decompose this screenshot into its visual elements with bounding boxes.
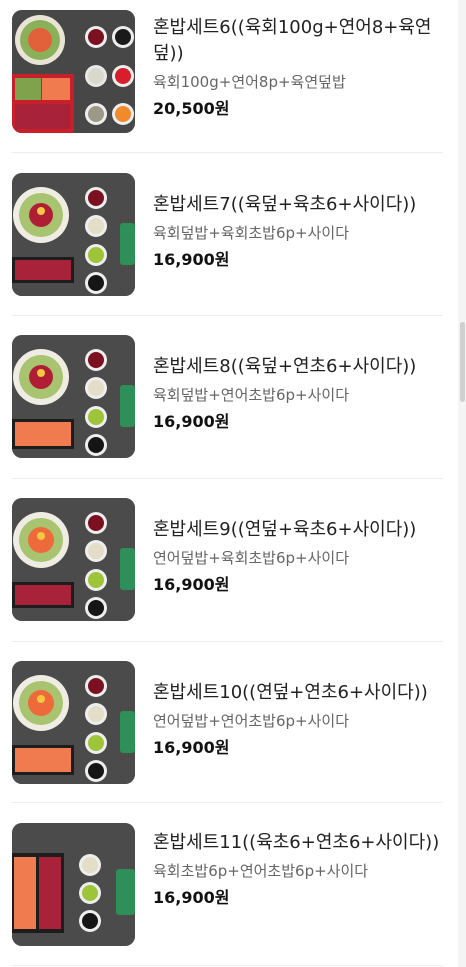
menu-item-name: 혼밥세트8((육덮+연초6+사이다)) bbox=[153, 356, 417, 377]
menu-item-image[interactable] bbox=[12, 173, 135, 296]
menu-item-price: 20,500원 bbox=[153, 99, 230, 118]
scrollbar[interactable] bbox=[458, 0, 466, 967]
menu-item-price: 16,900원 bbox=[153, 738, 230, 757]
menu-item-name: 혼밥세트9((연덮+육초6+사이다)) bbox=[153, 519, 417, 540]
menu-item-price: 16,900원 bbox=[153, 250, 230, 269]
menu-item-name: 혼밥세트7((육덮+육초6+사이다)) bbox=[153, 194, 417, 215]
menu-item-image[interactable] bbox=[12, 661, 135, 784]
menu-item-price: 16,900원 bbox=[153, 888, 230, 907]
menu-item-description: 육회덮밥+연어초밥6p+사이다 bbox=[153, 386, 350, 404]
menu-item-description: 육회덮밥+육회초밥6p+사이다 bbox=[153, 224, 350, 242]
menu-item-description: 연어덮밥+육회초밥6p+사이다 bbox=[153, 549, 350, 567]
menu-item-image[interactable] bbox=[12, 498, 135, 621]
menu-item-description: 육회초밥6p+연어초밥6p+사이다 bbox=[153, 862, 369, 880]
menu-item[interactable]: 혼밥세트7((육덮+육초6+사이다)) 육회덮밥+육회초밥6p+사이다 16,9… bbox=[12, 153, 443, 316]
menu-item[interactable]: 혼밥세트6((육회100g+연어8+육연덮)) 육회100g+연어8p+육연덮밥… bbox=[12, 0, 443, 153]
menu-item[interactable]: 혼밥세트11((육초6+연초6+사이다)) 육회초밥6p+연어초밥6p+사이다 … bbox=[12, 803, 443, 966]
menu-item-description: 육회100g+연어8p+육연덮밥 bbox=[153, 73, 346, 91]
menu-item[interactable]: 혼밥세트9((연덮+육초6+사이다)) 연어덮밥+육회초밥6p+사이다 16,9… bbox=[12, 479, 443, 642]
menu-item-image[interactable] bbox=[12, 823, 135, 946]
menu-item-description: 연어덮밥+연어초밥6p+사이다 bbox=[153, 712, 350, 730]
menu-item[interactable]: 혼밥세트8((육덮+연초6+사이다)) 육회덮밥+연어초밥6p+사이다 16,9… bbox=[12, 316, 443, 479]
scrollbar-thumb[interactable] bbox=[460, 322, 465, 402]
menu-item-name: 혼밥세트11((육초6+연초6+사이다)) bbox=[153, 832, 440, 853]
menu-item[interactable]: 혼밥세트10((연덮+연초6+사이다)) 연어덮밥+연어초밥6p+사이다 16,… bbox=[12, 642, 443, 803]
menu-item-price: 16,900원 bbox=[153, 412, 230, 431]
menu-item-name: 혼밥세트10((연덮+연초6+사이다)) bbox=[153, 682, 428, 703]
menu-item-price: 16,900원 bbox=[153, 575, 230, 594]
menu-item-name: 혼밥세트6((육회100g+연어8+육연덮)) bbox=[153, 17, 432, 64]
menu-item-image[interactable] bbox=[12, 10, 135, 133]
menu-item-image[interactable] bbox=[12, 335, 135, 458]
